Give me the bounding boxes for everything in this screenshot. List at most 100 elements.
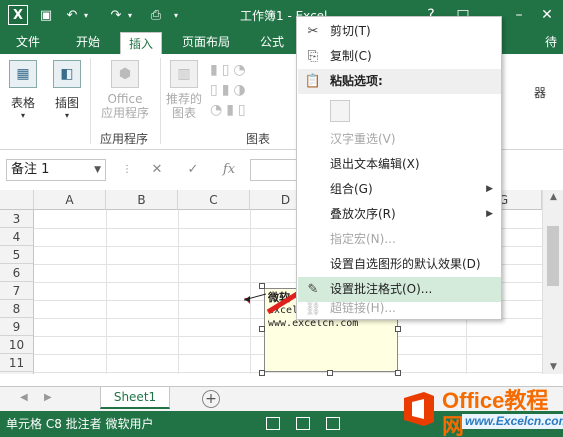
enter-icon[interactable]: ✓: [184, 161, 202, 179]
menu-item-label: 指定宏(N)...: [330, 232, 396, 246]
vertical-scrollbar[interactable]: ▲ ▼: [542, 190, 563, 374]
column-header[interactable]: B: [106, 190, 178, 210]
chart-types-icon: ▮▯◔ ▯▮◑ ◔▮▯: [210, 62, 250, 118]
customize-qat-icon[interactable]: ▾: [166, 5, 186, 25]
watermark: Office教程网 www.Excelcn.com: [398, 386, 563, 437]
menu-item-paste-option[interactable]: [298, 94, 501, 126]
menu-item-label: 汉字重选(V): [330, 132, 396, 146]
row-header[interactable]: 8: [0, 300, 34, 318]
resize-handle[interactable]: [395, 370, 401, 376]
tab-page-layout[interactable]: 页面布局: [174, 30, 238, 54]
scroll-down-icon[interactable]: ▼: [543, 362, 563, 372]
close-button[interactable]: ✕: [536, 4, 558, 26]
office-apps-button[interactable]: ⬢ Office 应用程序: [94, 60, 156, 120]
menu-item-label: 剪切(T): [330, 24, 371, 38]
page-layout-view-icon[interactable]: [296, 417, 310, 430]
menu-item-exit-text-edit[interactable]: 退出文本编辑(X): [298, 152, 501, 177]
minimize-button[interactable]: –: [508, 4, 530, 26]
resize-handle[interactable]: [259, 370, 265, 376]
cancel-icon[interactable]: ✕: [148, 161, 166, 179]
resize-handle[interactable]: [259, 326, 265, 332]
group-label-apps: 应用程序: [100, 132, 149, 146]
name-box-value: 备注 1: [11, 162, 50, 177]
illustrations-label: 插图: [54, 96, 79, 110]
normal-view-icon[interactable]: [266, 417, 280, 430]
recommended-charts-button[interactable]: ▥ 推荐的 图表: [164, 60, 204, 120]
save-icon[interactable]: ▣: [36, 5, 56, 25]
tab-insert[interactable]: 插入: [120, 32, 163, 54]
menu-item-label: 设置自选图形的默认效果(D): [330, 257, 481, 271]
row-header[interactable]: 10: [0, 336, 34, 354]
menu-item-group[interactable]: 组合(G) ▶: [298, 177, 501, 202]
name-box[interactable]: 备注 1 ▼: [6, 159, 106, 181]
column-header[interactable]: C: [178, 190, 250, 210]
sheet-tab-sheet1[interactable]: Sheet1: [100, 387, 170, 409]
hyperlink-icon: ⛓: [304, 302, 322, 317]
menu-header-paste-options: 📋 粘贴选项:: [298, 69, 501, 94]
copy-icon: ⎘: [307, 49, 319, 64]
resize-handle[interactable]: [327, 370, 333, 376]
menu-item-label: 复制(C): [330, 49, 372, 63]
row-header[interactable]: 3: [0, 210, 34, 228]
excel-logo-icon: X: [8, 5, 28, 25]
column-header[interactable]: A: [34, 190, 106, 210]
chevron-down-icon[interactable]: ▼: [94, 160, 101, 180]
table-button[interactable]: ▦ 表格 ▾: [6, 60, 40, 120]
paste-icon: 📋: [304, 74, 322, 89]
gridline: [106, 210, 107, 374]
menu-item-label: 组合(G): [330, 182, 373, 196]
menu-item-assign-macro[interactable]: 指定宏(N)...: [298, 227, 501, 252]
illustrations-dropdown-icon: ▾: [64, 111, 69, 120]
row-header[interactable]: 4: [0, 228, 34, 246]
prev-sheet-icon[interactable]: ◀: [20, 392, 28, 403]
formula-input[interactable]: [250, 159, 298, 181]
next-sheet-icon[interactable]: ▶: [44, 392, 52, 403]
menu-item-order[interactable]: 叠放次序(R) ▶: [298, 202, 501, 227]
illustrations-button[interactable]: ◧ 插图 ▾: [50, 60, 84, 120]
resize-handle[interactable]: [395, 326, 401, 332]
recommended-chart-icon: ▥: [170, 60, 198, 88]
row-header[interactable]: 6: [0, 264, 34, 282]
group-label-charts: 图表: [246, 132, 271, 146]
watermark-site: www.Excelcn.com: [462, 414, 563, 429]
tab-home[interactable]: 开始: [68, 30, 108, 54]
formula-bar-separator-icon: ⋮: [122, 164, 132, 175]
group-separator: [90, 58, 91, 144]
menu-item-label: 粘贴选项:: [330, 74, 383, 88]
scroll-up-icon[interactable]: ▲: [543, 192, 563, 202]
redo-dropdown-icon[interactable]: ▾: [120, 5, 140, 25]
undo-dropdown-icon[interactable]: ▾: [76, 5, 96, 25]
row-header[interactable]: 5: [0, 246, 34, 264]
row-header[interactable]: 12: [0, 372, 34, 374]
watermark-brand: Office教程网: [442, 388, 549, 437]
user-name[interactable]: 待: [545, 30, 557, 54]
row-header[interactable]: 9: [0, 318, 34, 336]
chevron-right-icon: ▶: [486, 209, 493, 219]
menu-item-reconversion[interactable]: 汉字重选(V): [298, 127, 501, 152]
insert-function-icon[interactable]: fx: [220, 161, 238, 179]
gridline: [178, 210, 179, 374]
table-label: 表格: [10, 96, 35, 110]
add-sheet-button[interactable]: +: [202, 390, 220, 408]
illustration-icon: ◧: [53, 60, 81, 88]
row-header[interactable]: 7: [0, 282, 34, 300]
paste-clipboard-icon: [330, 100, 350, 122]
scrollbar-thumb[interactable]: [547, 226, 559, 286]
row-header[interactable]: 11: [0, 354, 34, 372]
tab-formulas[interactable]: 公式: [252, 30, 292, 54]
ribbon-more-label[interactable]: 器: [525, 84, 555, 101]
menu-item-set-default-shape[interactable]: 设置自选图形的默认效果(D): [298, 252, 501, 277]
page-break-view-icon[interactable]: [326, 417, 340, 430]
status-text: 单元格 C8 批注者 微软用户: [6, 417, 154, 431]
chart-types-gallery[interactable]: ▮▯◔ ▯▮◑ ◔▮▯: [210, 60, 290, 120]
scissors-icon: ✂: [307, 24, 319, 39]
menu-item-cut[interactable]: ✂ 剪切(T): [298, 19, 501, 44]
office-apps-icon: ⬢: [111, 60, 139, 88]
menu-item-copy[interactable]: ⎘ 复制(C): [298, 44, 501, 69]
menu-item-hyperlink[interactable]: ⛓ 超链接(H)...: [298, 297, 501, 319]
select-all-corner[interactable]: [0, 190, 34, 210]
tab-file[interactable]: 文件: [8, 30, 48, 54]
print-preview-icon[interactable]: ⎙: [146, 5, 166, 25]
chevron-right-icon: ▶: [486, 184, 493, 194]
menu-item-label: 超链接(H)...: [330, 301, 396, 315]
